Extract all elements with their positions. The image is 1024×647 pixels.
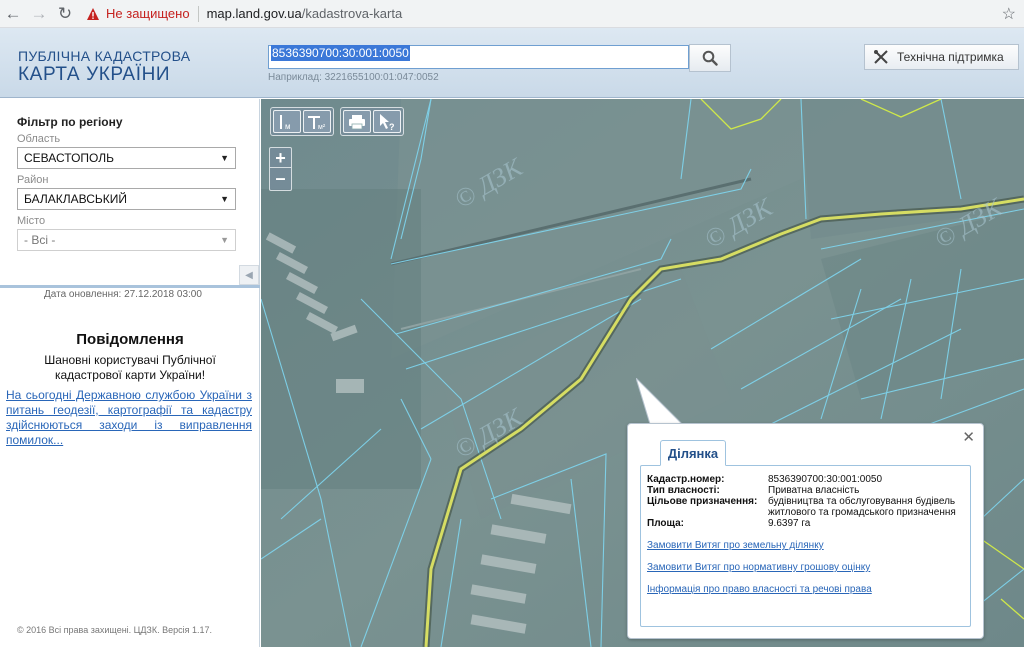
arrow-left-icon: ← [4, 3, 22, 23]
info-label: Кадастр.номер: [647, 474, 725, 485]
region-label: Область [17, 133, 61, 145]
update-date: Дата оновлення: 27.12.2018 03:00 [44, 289, 202, 300]
zoom-controls: + – [269, 147, 292, 191]
browser-toolbar: ← → ↻ Не защищено map.land.gov.ua/kadast… [0, 0, 1024, 28]
notice-greeting: Шановні користувачі Публічної кадастрово… [44, 353, 216, 382]
city-select[interactable]: - Всі - ▼ [17, 229, 236, 251]
security-status[interactable]: Не защищено [106, 6, 190, 21]
info-label: Площа: [647, 518, 684, 529]
info-value: 8536390700:30:001:0050 [768, 474, 883, 485]
search-input-value: 8536390700:30:001:0050 [271, 45, 410, 61]
warning-icon [87, 7, 99, 20]
info-value: Приватна власність [768, 485, 860, 496]
url-host: map.land.gov.ua [206, 6, 302, 21]
parcel-info-panel: Кадастр.номер: 8536390700:30:001:0050 Ти… [640, 465, 971, 627]
measure-tools: м м² [270, 107, 334, 136]
district-select-value: БАЛАКЛАВСЬКИЙ [24, 192, 128, 206]
order-valuation-link[interactable]: Замовити Витяг про нормативну грошову оц… [647, 562, 870, 573]
search-button[interactable] [689, 44, 731, 72]
identify-button[interactable]: ? [373, 110, 401, 133]
measure-area-button[interactable]: м² [303, 110, 331, 133]
ruler-area-icon: м² [308, 115, 326, 131]
back-button[interactable]: ← [0, 1, 26, 27]
zoom-out-button[interactable]: – [270, 168, 291, 188]
search-hint: Наприклад: 3221655100:01:047:0052 [268, 72, 439, 83]
logo-line2[interactable]: КАРТА УКРАЇНИ [18, 64, 170, 86]
region-select-value: СЕВАСТОПОЛЬ [24, 151, 114, 165]
bookmark-star-icon[interactable]: ☆ [1002, 4, 1016, 24]
measure-length-unit: м [285, 122, 291, 131]
url-path: /kadastrova-karta [301, 6, 403, 21]
svg-text:?: ? [389, 122, 395, 131]
district-select[interactable]: БАЛАКЛАВСЬКИЙ ▼ [17, 188, 236, 210]
chevron-down-icon: ▼ [220, 194, 229, 204]
measure-area-unit: м² [318, 124, 326, 131]
info-label: Тип власності: [647, 485, 720, 496]
chevron-down-icon: ▼ [220, 153, 229, 163]
ruler-length-icon: м [280, 114, 291, 131]
map-actions: ? [340, 107, 404, 136]
ownership-info-link[interactable]: Інформація про право власності та речові… [647, 584, 872, 595]
printer-icon [349, 114, 365, 129]
cursor-question-icon: ? [380, 113, 395, 131]
arrow-right-icon: → [30, 3, 48, 23]
sidebar-divider [0, 285, 260, 288]
filter-title: Фільтр по регіону [17, 115, 123, 129]
reload-button[interactable]: ↻ [52, 1, 78, 27]
tools-icon [874, 50, 888, 64]
reload-icon: ↻ [57, 3, 73, 23]
chevron-down-icon: ▼ [220, 235, 229, 245]
notice-link[interactable]: На сьогодні Державною службою України з … [6, 388, 252, 448]
collapse-sidebar-button[interactable]: ◀ [239, 265, 259, 285]
sidebar: Фільтр по регіону Область СЕВАСТОПОЛЬ ▼ Р… [0, 99, 260, 647]
search-icon [702, 50, 718, 66]
address-divider [197, 5, 199, 22]
tech-support-label: Технічна підтримка [897, 50, 1004, 64]
city-label: Місто [17, 215, 46, 227]
info-value: 9.6397 га [768, 518, 811, 529]
order-extract-link[interactable]: Замовити Витяг про земельну ділянку [647, 540, 824, 551]
info-value: будівництва та обслуговування будівель ж… [768, 496, 956, 518]
parcel-info-popup: ✕ Ділянка Кадастр.номер: 8536390700:30:0… [627, 423, 984, 639]
measure-length-button[interactable]: м [273, 110, 301, 133]
popup-pointer [636, 378, 683, 425]
copyright: © 2016 Всі права захищені. ЦДЗК. Версія … [17, 625, 213, 635]
zoom-in-button[interactable]: + [270, 148, 291, 168]
address-bar[interactable]: Не защищено map.land.gov.ua/kadastrova-k… [86, 5, 403, 22]
notice-title: Повідомлення [76, 331, 184, 348]
logo-line1[interactable]: ПУБЛІЧНА КАДАСТРОВА [18, 48, 190, 64]
tab-parcel[interactable]: Ділянка [660, 440, 726, 466]
print-button[interactable] [343, 110, 371, 133]
tech-support-button[interactable]: Технічна підтримка [864, 44, 1019, 70]
info-label: Цільове призначення: [647, 496, 758, 507]
forward-button[interactable]: → [26, 1, 52, 27]
district-label: Район [17, 174, 49, 186]
cadastral-search-input[interactable]: 8536390700:30:001:0050 [268, 45, 689, 69]
collapse-arrow-icon: ◀ [245, 269, 253, 281]
site-header: ПУБЛІЧНА КАДАСТРОВА КАРТА УКРАЇНИ 853639… [0, 28, 1024, 98]
close-icon[interactable]: ✕ [962, 428, 975, 446]
region-select[interactable]: СЕВАСТОПОЛЬ ▼ [17, 147, 236, 169]
city-select-value: - Всі - [24, 233, 56, 247]
